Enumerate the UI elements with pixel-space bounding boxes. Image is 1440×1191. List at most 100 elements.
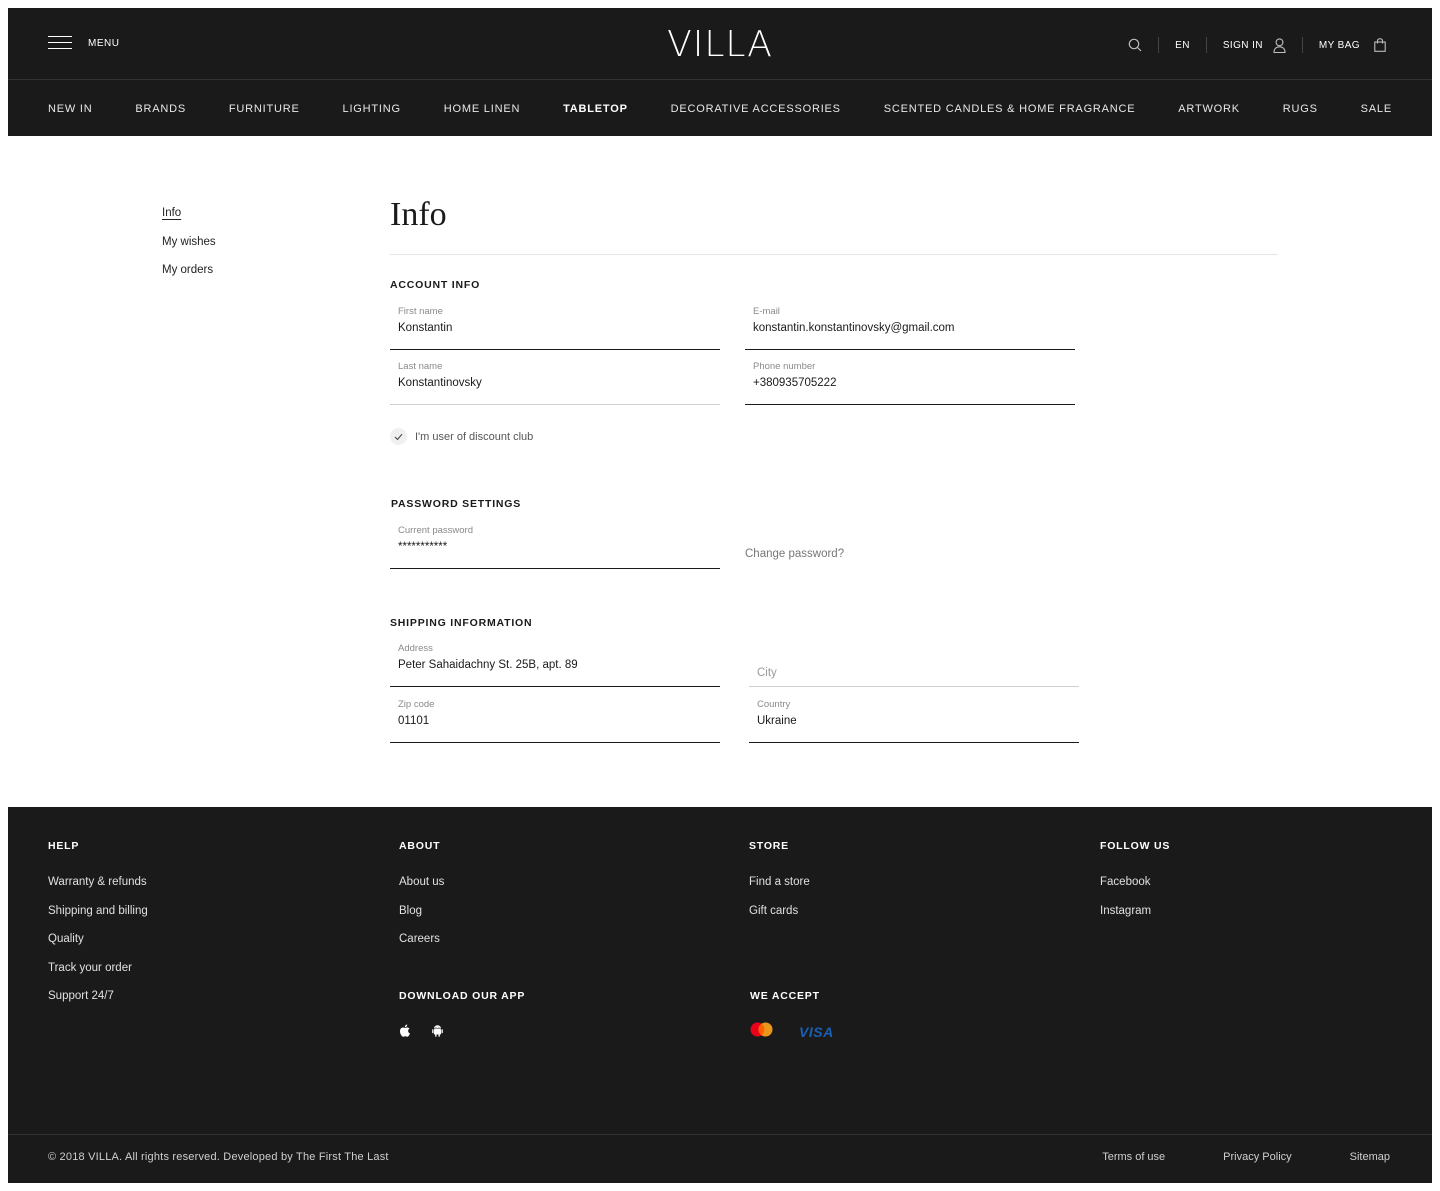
footer-app-heading: DOWNLOAD OUR APP	[399, 990, 526, 1002]
email-field[interactable]: E-mail konstantin.konstantinovsky@gmail.…	[745, 306, 1075, 350]
footer-link-support[interactable]: Support 24/7	[48, 988, 148, 1017]
main-nav: NEW IN BRANDS FURNITURE LIGHTING HOME LI…	[8, 81, 1432, 136]
password-settings-heading: PASSWORD SETTINGS	[391, 498, 522, 510]
address-label: Address	[398, 643, 433, 654]
visa-icon: VISA	[799, 1024, 834, 1040]
country-field[interactable]: Country Ukraine	[749, 699, 1079, 743]
sign-in-link[interactable]: SIGN IN	[1222, 37, 1286, 53]
zip-code-label: Zip code	[398, 699, 435, 710]
first-name-field[interactable]: First name Konstantin	[390, 306, 720, 350]
email-label: E-mail	[753, 306, 780, 317]
footer-divider	[8, 1134, 1432, 1135]
footer-link-blog[interactable]: Blog	[399, 903, 444, 932]
footer-link-shipping[interactable]: Shipping and billing	[48, 903, 148, 932]
account-sidebar: Info My wishes My orders	[162, 205, 216, 291]
nav-item-decorative-accessories[interactable]: DECORATIVE ACCESSORIES	[671, 103, 841, 115]
sitemap-link[interactable]: Sitemap	[1350, 1151, 1390, 1163]
current-password-label: Current password	[398, 525, 473, 536]
page-title: Info	[390, 196, 447, 233]
site-header: MENU VILLA EN SIGN IN MY BAG NEW IN BRAN…	[8, 8, 1432, 136]
footer-follow-column: FOLLOW US Facebook Instagram	[1100, 840, 1170, 931]
sign-in-label: SIGN IN	[1222, 39, 1263, 51]
mastercard-icon	[750, 1022, 773, 1042]
phone-field[interactable]: Phone number +380935705222	[745, 361, 1075, 405]
footer-link-about-us[interactable]: About us	[399, 874, 444, 903]
country-label: Country	[757, 699, 791, 710]
footer-link-careers[interactable]: Careers	[399, 931, 444, 960]
divider	[1301, 37, 1303, 53]
user-icon	[1273, 37, 1286, 53]
language-switch[interactable]: EN	[1175, 40, 1190, 51]
nav-item-lighting[interactable]: LIGHTING	[343, 103, 401, 115]
my-bag-label: MY BAG	[1318, 39, 1360, 51]
address-field[interactable]: Address Peter Sahaidachny St. 25B, apt. …	[390, 643, 720, 687]
footer-store-heading: STORE	[749, 840, 789, 852]
footer-about-heading: ABOUT	[399, 840, 441, 852]
copyright-text: © 2018 VILLA. All rights reserved. Devel…	[48, 1151, 389, 1163]
current-password-field[interactable]: Current password ***********	[390, 525, 720, 569]
footer-link-warranty[interactable]: Warranty & refunds	[48, 874, 148, 903]
header-actions: EN SIGN IN MY BAG	[1128, 36, 1386, 54]
footer-payment-section: WE ACCEPT VISA	[750, 990, 834, 1042]
nav-item-brands[interactable]: BRANDS	[135, 103, 186, 115]
shopping-bag-icon	[1374, 38, 1386, 52]
divider	[1205, 37, 1207, 53]
footer-link-instagram[interactable]: Instagram	[1100, 903, 1170, 932]
header-top-bar: MENU VILLA EN SIGN IN MY BAG	[8, 8, 1432, 80]
discount-club-label: I'm user of discount club	[415, 430, 534, 443]
my-bag-link[interactable]: MY BAG	[1319, 38, 1386, 52]
nav-item-new-in[interactable]: NEW IN	[48, 103, 93, 115]
zip-code-value: 01101	[398, 715, 430, 727]
nav-item-tabletop[interactable]: TABLETOP	[563, 103, 628, 115]
city-placeholder: City	[757, 667, 777, 679]
zip-code-field[interactable]: Zip code 01101	[390, 699, 720, 743]
nav-item-sale[interactable]: SALE	[1361, 103, 1392, 115]
nav-item-home-linen[interactable]: HOME LINEN	[444, 103, 520, 115]
footer-store-column: STORE Find a store Gift cards	[749, 840, 810, 931]
last-name-label: Last name	[398, 361, 443, 372]
footer-accept-heading: WE ACCEPT	[750, 990, 820, 1002]
footer-link-gift-cards[interactable]: Gift cards	[749, 903, 810, 932]
footer-follow-heading: FOLLOW US	[1100, 840, 1171, 852]
nav-item-scented-candles[interactable]: SCENTED CANDLES & HOME FRAGRANCE	[884, 103, 1136, 115]
footer-help-heading: HELP	[48, 840, 80, 852]
footer-link-quality[interactable]: Quality	[48, 931, 148, 960]
title-divider	[390, 254, 1278, 255]
phone-label: Phone number	[753, 361, 816, 372]
account-info-heading: ACCOUNT INFO	[390, 279, 481, 291]
footer-app-section: DOWNLOAD OUR APP	[399, 990, 525, 1042]
footer-link-track-order[interactable]: Track your order	[48, 960, 148, 989]
last-name-field[interactable]: Last name Konstantinovsky	[390, 361, 720, 405]
checkmark-icon	[390, 428, 407, 445]
sidebar-item-my-orders[interactable]: My orders	[162, 262, 216, 291]
address-value: Peter Sahaidachny St. 25B, apt. 89	[398, 659, 578, 671]
sidebar-item-my-wishes[interactable]: My wishes	[162, 234, 216, 263]
city-field[interactable]: City	[749, 643, 1079, 687]
site-footer: HELP Warranty & refunds Shipping and bil…	[8, 807, 1432, 1183]
first-name-label: First name	[398, 306, 443, 317]
terms-of-use-link[interactable]: Terms of use	[1102, 1151, 1165, 1163]
nav-item-rugs[interactable]: RUGS	[1283, 103, 1318, 115]
nav-item-artwork[interactable]: ARTWORK	[1178, 103, 1240, 115]
apple-icon[interactable]	[399, 1024, 410, 1042]
shipping-information-heading: SHIPPING INFORMATION	[390, 617, 533, 629]
current-password-value: ***********	[398, 541, 448, 553]
phone-value: +380935705222	[753, 377, 837, 389]
privacy-policy-link[interactable]: Privacy Policy	[1223, 1151, 1291, 1163]
legal-links: Terms of use Privacy Policy Sitemap	[1044, 1151, 1390, 1163]
country-value: Ukraine	[757, 715, 797, 727]
search-icon[interactable]	[1128, 38, 1142, 52]
nav-item-furniture[interactable]: FURNITURE	[229, 103, 300, 115]
footer-help-column: HELP Warranty & refunds Shipping and bil…	[48, 840, 148, 1017]
divider	[1158, 37, 1160, 53]
footer-link-find-store[interactable]: Find a store	[749, 874, 810, 903]
discount-club-checkbox[interactable]: I'm user of discount club	[390, 428, 533, 445]
first-name-value: Konstantin	[398, 322, 453, 334]
email-value: konstantin.konstantinovsky@gmail.com	[753, 322, 955, 334]
last-name-value: Konstantinovsky	[398, 377, 482, 389]
change-password-link[interactable]: Change password?	[745, 548, 844, 560]
sidebar-item-info[interactable]: Info	[162, 205, 216, 234]
footer-link-facebook[interactable]: Facebook	[1100, 874, 1170, 903]
android-icon[interactable]	[432, 1024, 443, 1042]
footer-about-column: ABOUT About us Blog Careers	[399, 840, 444, 960]
